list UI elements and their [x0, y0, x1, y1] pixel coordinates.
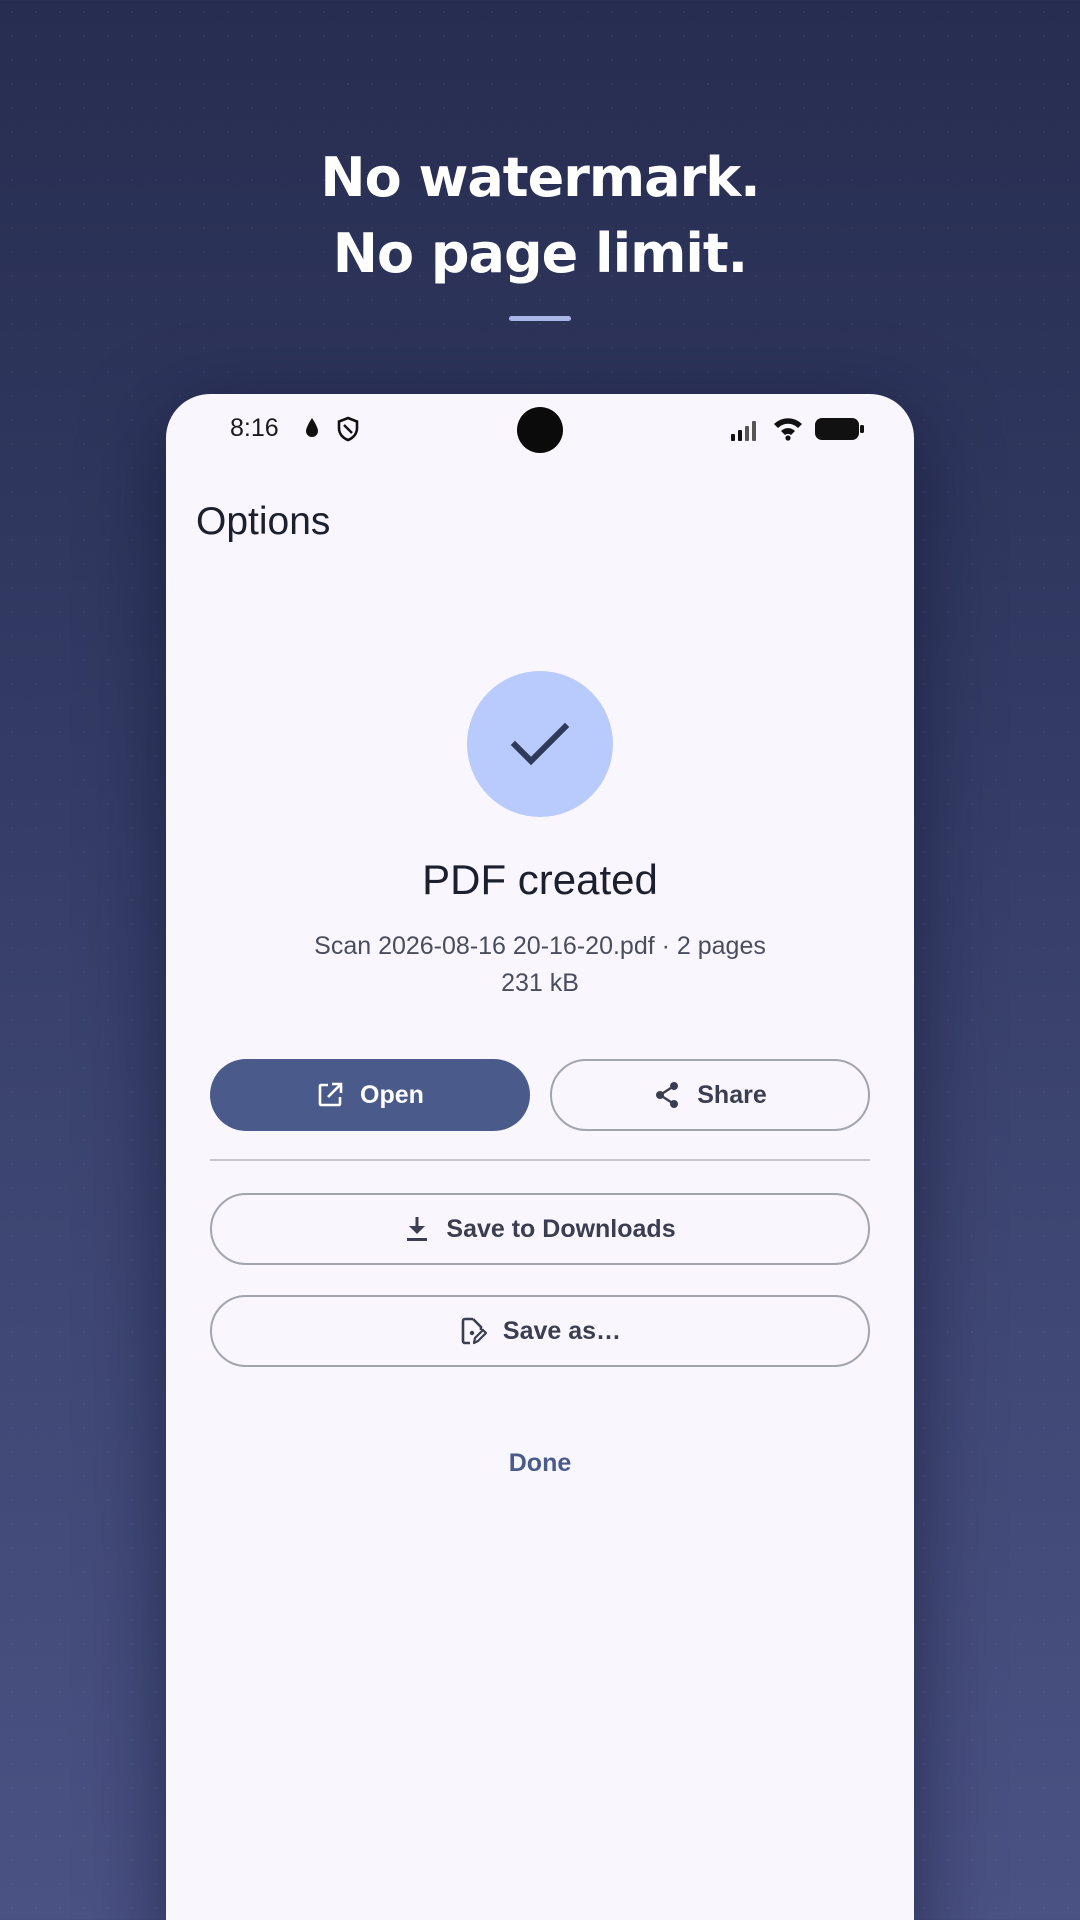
save-as-label: Save as…: [502, 1316, 622, 1345]
open-external-icon: [316, 1081, 344, 1109]
headline-accent-divider: [509, 316, 571, 321]
file-info-line: Scan 2026-08-16 20-16-20.pdf · 2 pages: [314, 932, 766, 960]
open-button-label: Open: [360, 1080, 424, 1109]
save-as-button[interactable]: Save as…: [210, 1295, 870, 1367]
camera-cutout: [517, 407, 563, 453]
success-badge: [467, 671, 613, 817]
file-edit-icon: [459, 1316, 487, 1346]
promo-line-2: No page limit.: [332, 222, 748, 285]
share-icon: [653, 1080, 681, 1110]
download-icon: [404, 1215, 430, 1243]
check-icon: [510, 722, 570, 766]
promo-headline: No watermark. No page limit.: [0, 140, 1080, 292]
signal-icon: [730, 418, 762, 447]
page-title: Options: [196, 500, 331, 543]
open-button[interactable]: Open: [210, 1059, 530, 1131]
result-title: PDF created: [422, 856, 658, 903]
status-bar: 8:16: [166, 394, 914, 464]
done-button[interactable]: Done: [166, 1449, 914, 1478]
section-divider: [210, 1159, 870, 1161]
shield-icon: [336, 416, 360, 447]
share-button[interactable]: Share: [550, 1059, 870, 1131]
file-size-line: 231 kB: [501, 969, 579, 997]
wifi-icon: [772, 414, 804, 447]
save-to-downloads-button[interactable]: Save to Downloads: [210, 1193, 870, 1265]
status-time: 8:16: [230, 414, 279, 442]
save-to-downloads-label: Save to Downloads: [446, 1214, 676, 1243]
phone-frame: 8:16 Options PDF created Scan 2026-08-16…: [166, 394, 914, 1920]
promo-line-1: No watermark.: [320, 146, 760, 209]
share-button-label: Share: [697, 1080, 767, 1109]
drop-icon: [304, 416, 320, 445]
battery-icon: [814, 416, 866, 447]
result-meta: Scan 2026-08-16 20-16-20.pdf · 2 pages 2…: [166, 928, 914, 1002]
